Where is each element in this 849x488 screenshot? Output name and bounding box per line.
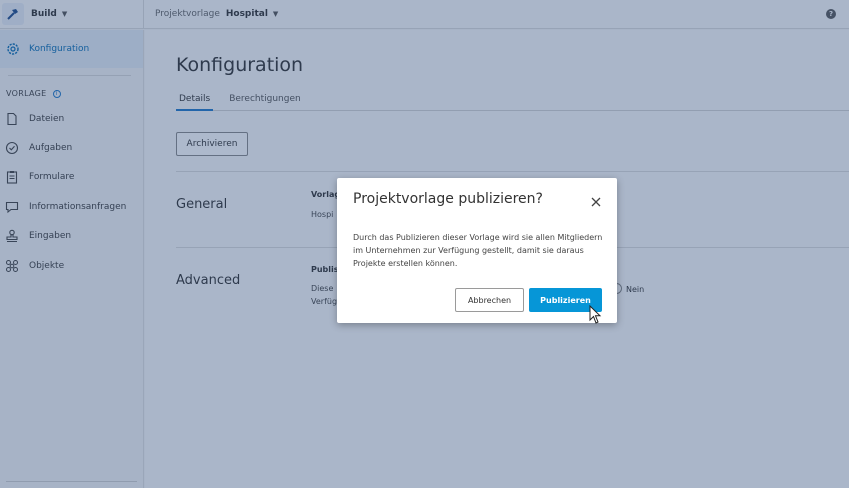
- dialog-title: Projektvorlage publizieren?: [353, 191, 543, 207]
- close-icon[interactable]: [591, 197, 601, 207]
- mouse-cursor-icon: [589, 305, 602, 324]
- dialog-message: Durch das Publizieren dieser Vorlage wir…: [353, 233, 603, 268]
- publish-dialog: Projektvorlage publizieren? Durch das Pu…: [337, 178, 617, 323]
- cancel-button[interactable]: Abbrechen: [455, 288, 524, 312]
